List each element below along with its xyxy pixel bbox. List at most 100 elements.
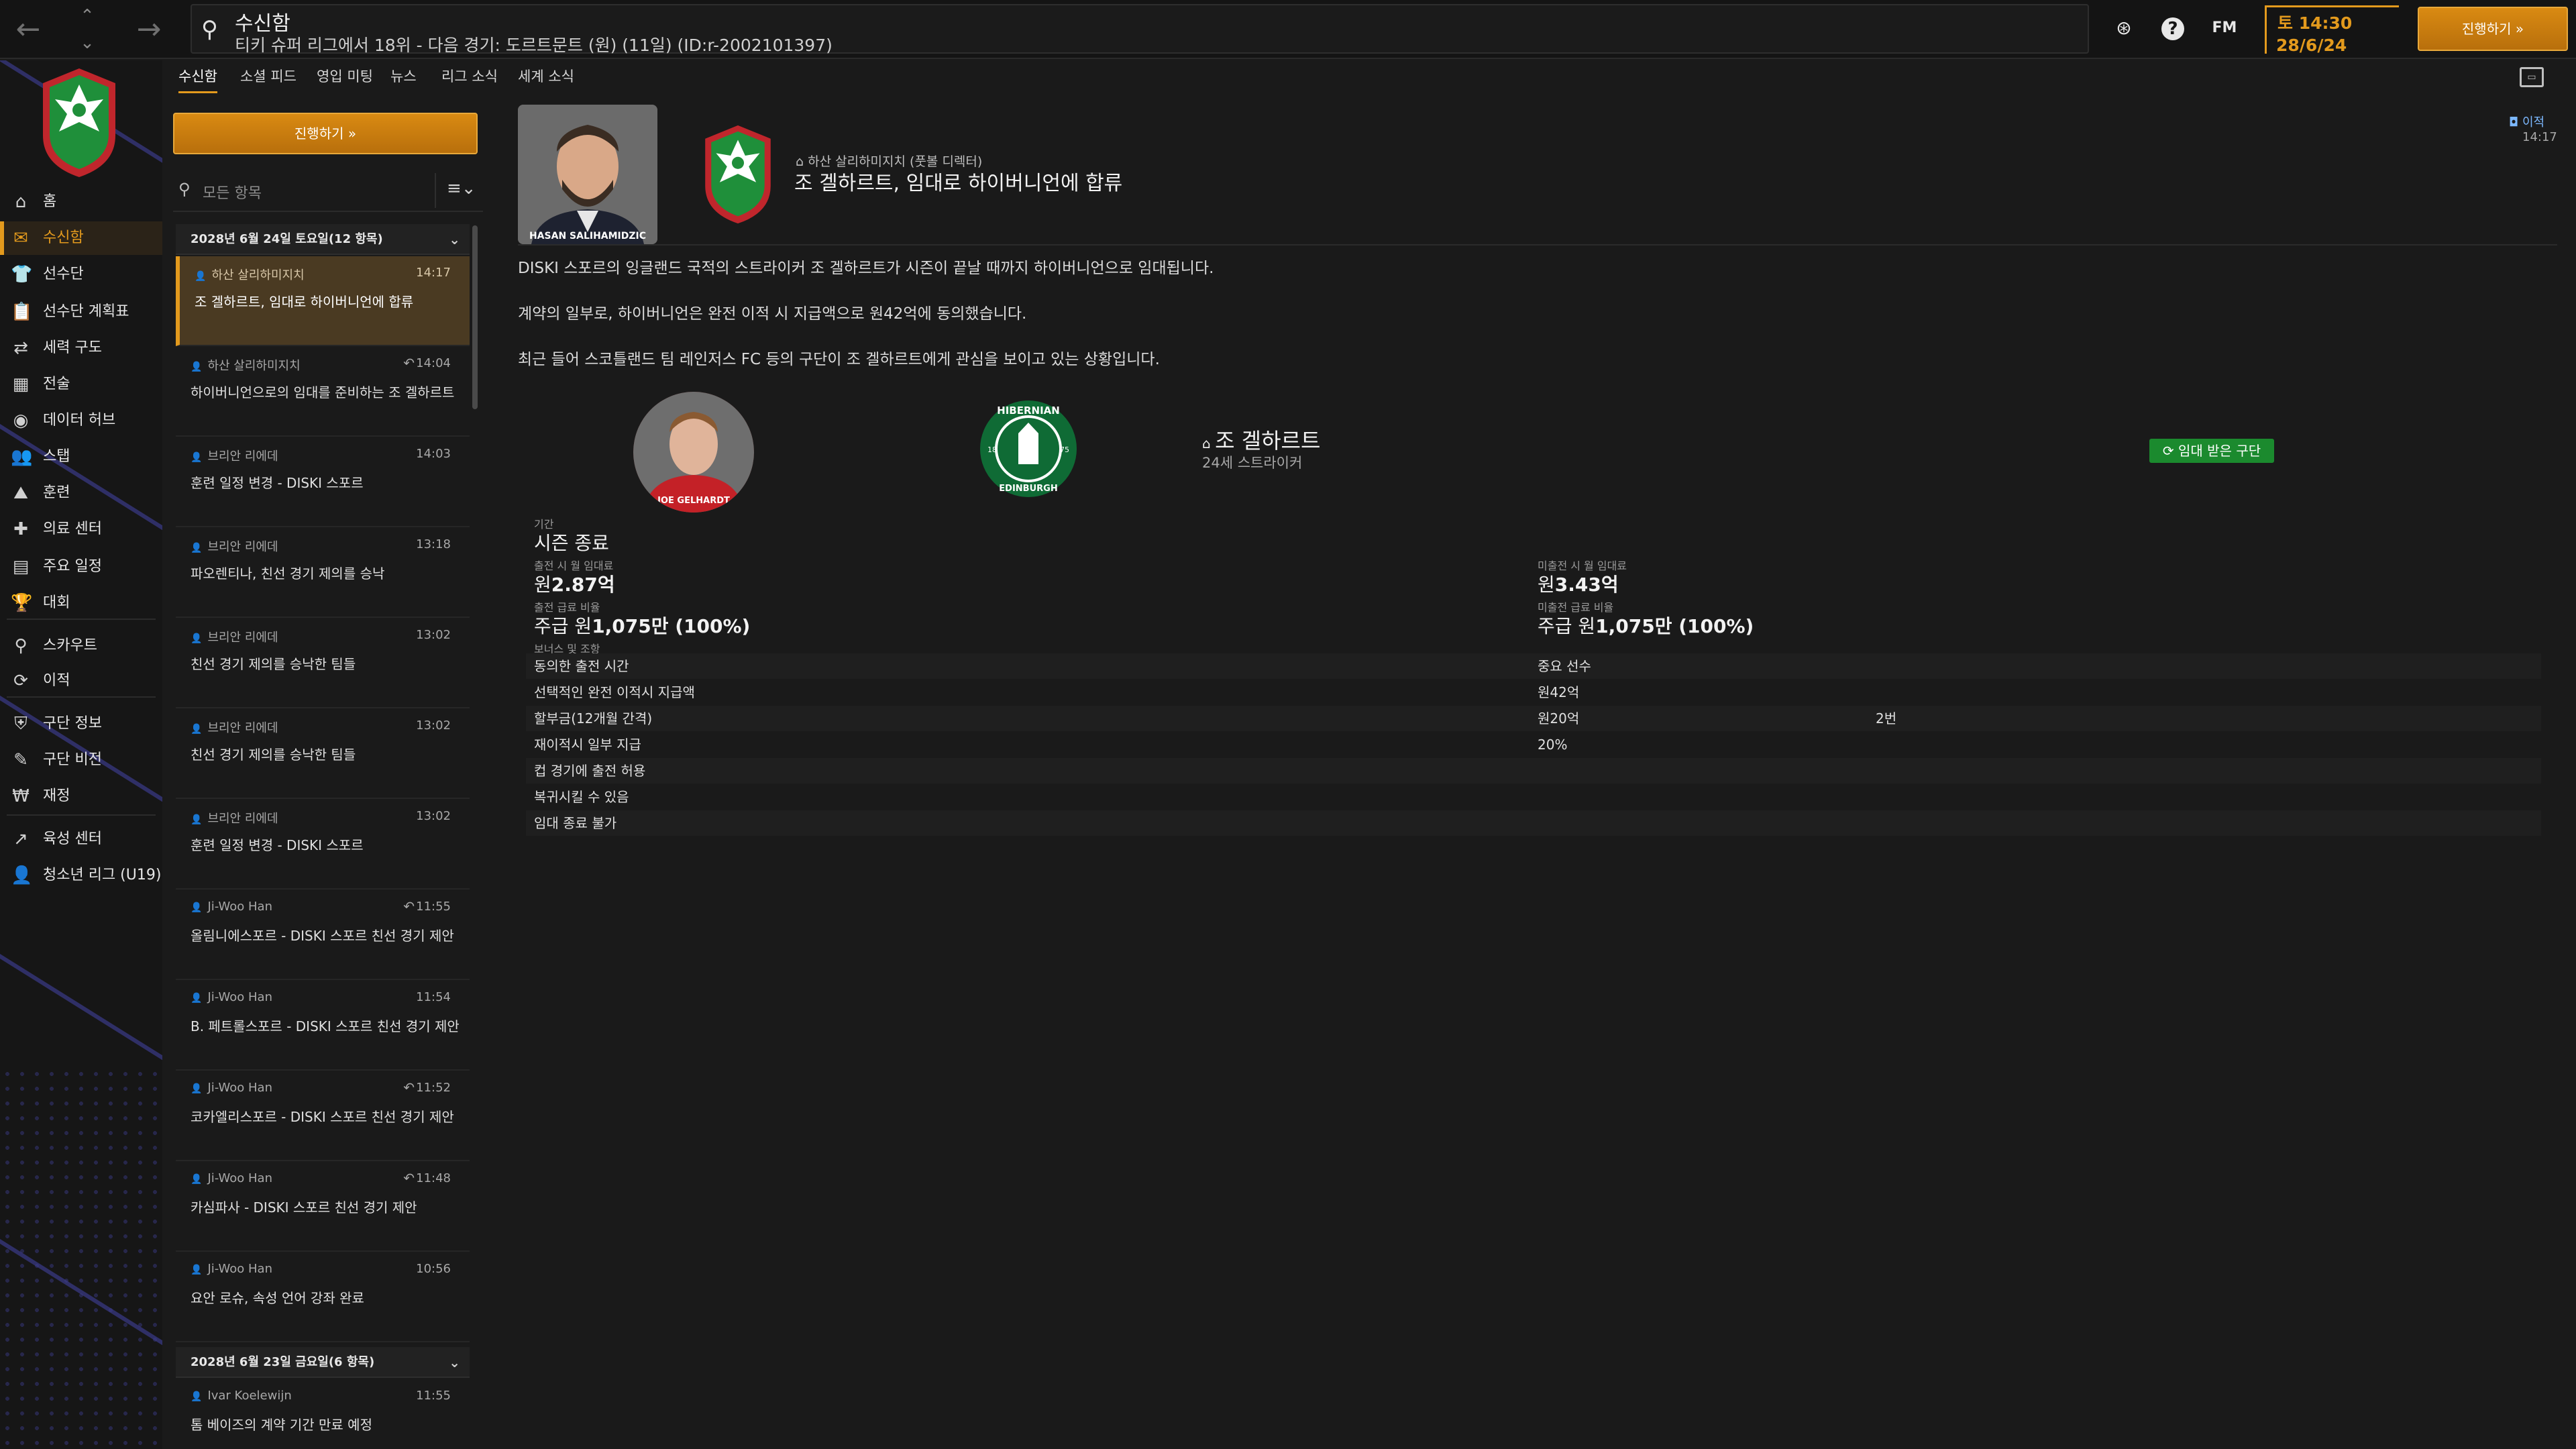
tab-inbox[interactable]: 수신함 (178, 66, 217, 93)
sidebar-item-scouting[interactable]: ⚲ 스카우트 (0, 629, 162, 663)
message-subject: 요안 로슈, 속성 언어 강좌 완료 (191, 1290, 364, 1306)
inbox-message[interactable]: 하산 살리하미지치 14:04↶ 하이버니언으로의 임대를 준비하는 조 겔하르트 (176, 347, 470, 437)
transfer-tag[interactable]: ◘ 이적 (2509, 113, 2544, 130)
inbox-message[interactable]: 브리안 리에데 14:03 훈련 일정 변경 - DISKI 스포르 (176, 437, 470, 527)
message-time: 13:02 (416, 628, 451, 642)
hibernian-crest-year-left: 18 (987, 445, 997, 454)
fm-menu-button[interactable]: FM (2206, 15, 2243, 42)
popout-window-icon[interactable]: ▭ (2520, 67, 2544, 87)
terms-row: 컵 경기에 출전 허용 (526, 758, 2541, 784)
medical-icon: ✚ (13, 519, 28, 539)
sidebar-item-squad-planner[interactable]: 📋 선수단 계획표 (0, 295, 162, 329)
terms-row: 동의한 출전 시간 중요 선수 (526, 653, 2541, 679)
sidebar-item-tactics[interactable]: ▦ 전술 (0, 368, 162, 401)
message-from: 브리안 리에데 (191, 809, 278, 826)
sidebar-item-schedule[interactable]: ▤ 주요 일정 (0, 550, 162, 584)
title-search-bar[interactable]: ⚲ 수신함 티키 슈퍼 리그에서 18위 - 다음 경기: 도르트문트 (원) … (191, 4, 2089, 55)
inbox-filter-input[interactable]: 모든 항목 (203, 181, 262, 203)
loan-club-badge-label: 임대 받은 구단 (2178, 443, 2261, 459)
sidebar-item-inbox[interactable]: ✉ 수신함 (0, 221, 162, 255)
tab-league-news[interactable]: 리그 소식 (441, 66, 498, 91)
sidebar-item-club-vision[interactable]: ✎ 구단 비전 (0, 743, 162, 777)
terms-extra: 2번 (1876, 710, 1897, 727)
message-subject: 친선 경기 제의를 승낙한 팀들 (191, 656, 356, 672)
player-name[interactable]: ⌂ 조 겔하르트 (1202, 424, 1320, 455)
message-from: Ji-Woo Han (191, 990, 272, 1004)
sidebar-item-training[interactable]: ⛰ 훈련 (0, 476, 162, 510)
hibernian-crest-bottom-text: EDINBURGH (999, 484, 1057, 494)
chevron-down-icon[interactable]: ⌄ (70, 30, 105, 56)
forward-arrow-icon[interactable]: → (129, 9, 169, 50)
inbox-message[interactable]: 브리안 리에데 13:02 친선 경기 제의를 승낙한 팀들 (176, 709, 470, 799)
inbox-message[interactable]: Ji-Woo Han 11:52↶ 코카엘리스포르 - DISKI 스포르 친선 경… (176, 1071, 470, 1161)
wage-unplayed-value: 주급 원1,075만 (100%) (1538, 612, 1754, 639)
terms-clause: 복귀시킬 수 있음 (534, 789, 629, 805)
chevron-up-icon[interactable]: ⌃ (70, 3, 105, 30)
player-age-position: 24세 스트라이커 (1202, 455, 1303, 471)
message-time: 14:17 (2522, 130, 2557, 144)
sidebar-item-staff[interactable]: 👥 스탭 (0, 440, 162, 474)
fee-played-value: 원2.87억 (534, 570, 615, 597)
message-time: 14:04 (416, 356, 451, 370)
inbox-message[interactable]: 하산 살리하미지치 14:17조 겔하르트, 임대로 하이버니언에 합류 (176, 256, 470, 346)
sidebar-item-youth-league[interactable]: 👤 청소년 리그 (U19) (0, 859, 162, 892)
inbox-message[interactable]: Ji-Woo Han 11:55↶ 올림니에스포르 - DISKI 스포르 친선 경… (176, 890, 470, 980)
inbox-message[interactable]: Ji-Woo Han 11:54 B. 페트롤스포르 - DISKI 스포르 친선 … (176, 981, 470, 1071)
sidebar-item-finances[interactable]: ₩ 재정 (0, 780, 162, 813)
filter-menu-icon[interactable]: ≡⌄ (447, 178, 476, 199)
club-crest-logo[interactable] (38, 66, 121, 180)
sidebar-item-label: 대회 (43, 594, 70, 611)
inbox-continue-button[interactable]: 진행하기 » (173, 113, 478, 154)
inbox-tabs: 수신함 소셜 피드 영입 미팅 뉴스 리그 소식 세계 소식 (173, 66, 978, 95)
wage-played-value: 주급 원1,075만 (100%) (534, 612, 750, 639)
chevron-down-icon[interactable]: ⌄ (449, 1347, 460, 1378)
message-from: 하산 살리하미지치 (195, 266, 304, 283)
inbox-day-header-label: 2028년 6월 23일 금요일(6 항목) (191, 1355, 375, 1369)
back-arrow-icon[interactable]: ← (8, 9, 48, 50)
inbox-message[interactable]: Ji-Woo Han 10:56 요안 로슈, 속성 언어 강좌 완료 (176, 1252, 470, 1342)
tab-recruitment-meeting[interactable]: 영입 미팅 (317, 66, 373, 91)
inbox-day-header[interactable]: 2028년 6월 23일 금요일(6 항목) ⌄ (176, 1347, 470, 1378)
inbox-message[interactable]: Ji-Woo Han 11:48↶ 카심파사 - DISKI 스포르 친선 경기 제… (176, 1162, 470, 1252)
help-icon[interactable]: ? (2161, 17, 2184, 40)
club-crest-logo[interactable] (700, 121, 775, 228)
sidebar-item-label: 세력 구도 (43, 339, 102, 356)
inbox-scrollbar[interactable] (472, 225, 478, 409)
game-day-time: 토 14:30 (2277, 13, 2353, 33)
tab-social-feed[interactable]: 소셜 피드 (240, 66, 297, 91)
message-subject: 올림니에스포르 - DISKI 스포르 친선 경기 제안 (191, 928, 454, 944)
sidebar-item-development[interactable]: ↗ 육성 센터 (0, 822, 162, 856)
tab-world-news[interactable]: 세계 소식 (518, 66, 574, 91)
continue-button[interactable]: 진행하기 » (2418, 7, 2568, 51)
inbox-day-header[interactable]: 2028년 6월 24일 토요일(12 항목) ⌄ (176, 224, 470, 255)
message-time: 11:54 (416, 990, 451, 1004)
player-photo[interactable]: JOE GELHARDT (633, 392, 754, 513)
club-info-icon: ⛨ (14, 714, 28, 734)
message-time: 10:56 (416, 1262, 451, 1276)
fee-unplayed-value: 원3.43억 (1538, 570, 1619, 597)
inbox-message[interactable]: Ivar Koelewijn 11:55 톰 베이즈의 계약 기간 만료 예정 (176, 1379, 470, 1449)
globe-icon[interactable]: ⊛ (2110, 15, 2137, 42)
chevron-down-icon[interactable]: ⌄ (449, 224, 460, 255)
sidebar-item-home[interactable]: ⌂ 홈 (0, 185, 162, 219)
inbox-message[interactable]: 브리안 리에데 13:18 파오렌티나, 친선 경기 제의를 승낙 (176, 528, 470, 618)
terms-clause: 재이적시 일부 지급 (534, 737, 641, 753)
fee-played-amount: 2.87억 (551, 574, 615, 596)
sidebar-item-data-hub[interactable]: ◉ 데이터 허브 (0, 404, 162, 437)
message-time: 11:55 (416, 1389, 451, 1403)
sidebar-item-dynamics[interactable]: ⇄ 세력 구도 (0, 331, 162, 365)
inbox-message[interactable]: 브리안 리에데 13:02 친선 경기 제의를 승낙한 팀들 (176, 619, 470, 708)
tab-news[interactable]: 뉴스 (390, 66, 417, 91)
game-date[interactable]: 토 14:30 28/6/24 (2265, 5, 2399, 55)
inbox-icon: ✉ (13, 228, 28, 248)
hibernian-crest-logo[interactable]: HIBERNIAN EDINBURGH 18 75 (979, 400, 1077, 498)
period-value: 시즌 종료 (534, 532, 609, 554)
terms-clause: 임대 종료 불가 (534, 815, 617, 831)
sidebar-item-medical[interactable]: ✚ 의료 센터 (0, 513, 162, 546)
inbox-message[interactable]: 브리안 리에데 13:02 훈련 일정 변경 - DISKI 스포르 (176, 800, 470, 890)
message-from: Ji-Woo Han (191, 1262, 272, 1276)
sidebar-item-trophy[interactable]: 🏆 대회 (0, 586, 162, 620)
sidebar-item-club-info[interactable]: ⛨ 구단 정보 (0, 707, 162, 741)
sidebar-item-squad[interactable]: 👕 선수단 (0, 258, 162, 291)
sidebar-item-transfers[interactable]: ⟳ 이적 (0, 664, 162, 698)
